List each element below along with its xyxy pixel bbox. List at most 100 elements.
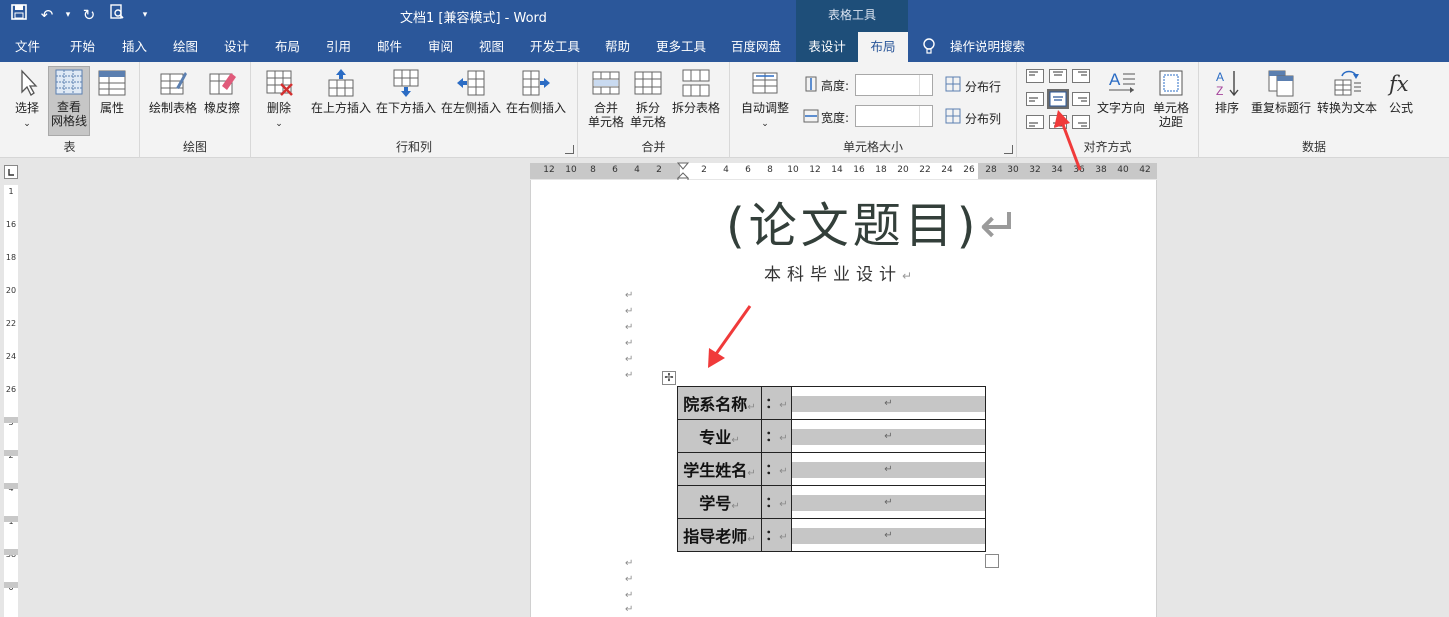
align-top-right-icon[interactable] bbox=[1072, 69, 1090, 83]
table-cell-colon[interactable]: ：↵ bbox=[761, 419, 792, 453]
table-resize-handle[interactable] bbox=[985, 554, 999, 568]
table-cell-label[interactable]: 指导老师↵ bbox=[677, 518, 762, 552]
redo-icon[interactable]: ↻ bbox=[78, 4, 100, 26]
indent-marker-icon[interactable] bbox=[677, 162, 689, 182]
select-button[interactable]: 选择 ⌄ bbox=[8, 68, 46, 131]
align-center-icon[interactable] bbox=[1047, 89, 1069, 109]
tab-references[interactable]: 引用 bbox=[322, 32, 355, 62]
width-input[interactable] bbox=[855, 105, 933, 127]
cell-margins-button[interactable]: 单元格 边距 bbox=[1150, 68, 1192, 129]
vertical-ruler[interactable]: 11618202224263241380 bbox=[4, 185, 18, 617]
cursor-arrow-icon bbox=[21, 69, 38, 96]
tab-baidu-netdisk[interactable]: 百度网盘 bbox=[727, 32, 785, 62]
tab-draw[interactable]: 绘图 bbox=[169, 32, 202, 62]
draw-table-button[interactable]: 绘制表格 bbox=[148, 68, 198, 115]
svg-text:fx: fx bbox=[1387, 72, 1409, 96]
distribute-rows-button[interactable]: 分布行 bbox=[965, 78, 1001, 95]
formula-button[interactable]: fx 公式 bbox=[1381, 68, 1421, 115]
table-move-handle-icon[interactable]: ✢ bbox=[662, 371, 676, 385]
tab-selector[interactable] bbox=[4, 165, 18, 179]
table-cell-colon[interactable]: ：↵ bbox=[761, 518, 792, 552]
table-cell-value[interactable]: ↵ bbox=[791, 518, 986, 552]
table-cell-label[interactable]: 院系名称↵ bbox=[677, 386, 762, 420]
paragraph-mark: ↵ bbox=[625, 558, 634, 569]
table-cell-value[interactable]: ↵ bbox=[791, 386, 986, 420]
table-cell-label[interactable]: 学号↵ bbox=[677, 485, 762, 519]
align-center-right-icon[interactable] bbox=[1072, 92, 1090, 106]
table-cell-colon[interactable]: ：↵ bbox=[761, 485, 792, 519]
group-data: AZ 排序 重复标题行 转换为文本 fx 公式 数据 bbox=[1199, 62, 1429, 158]
convert-to-text-button[interactable]: 转换为文本 bbox=[1315, 68, 1379, 115]
tab-design[interactable]: 设计 bbox=[220, 32, 253, 62]
undo-dropdown-icon[interactable]: ▾ bbox=[64, 4, 72, 26]
insert-below-button[interactable]: 在下方插入 bbox=[374, 68, 438, 115]
table-cell-value[interactable]: ↵ bbox=[791, 485, 986, 519]
ruler-tick-label: 32 bbox=[1029, 165, 1041, 175]
tab-table-design[interactable]: 表设计 bbox=[796, 32, 858, 62]
customize-qat-icon[interactable]: ▾ bbox=[134, 4, 156, 26]
gridlines-icon bbox=[55, 69, 83, 95]
insert-above-button[interactable]: 在上方插入 bbox=[309, 68, 373, 115]
undo-icon[interactable]: ↶ bbox=[36, 4, 58, 26]
repeat-header-rows-button[interactable]: 重复标题行 bbox=[1249, 68, 1313, 115]
tab-mailings[interactable]: 邮件 bbox=[373, 32, 406, 62]
insert-right-button[interactable]: 在右侧插入 bbox=[504, 68, 568, 115]
ruler-tick-label: 12 bbox=[543, 165, 555, 175]
sort-button[interactable]: AZ 排序 bbox=[1207, 68, 1247, 115]
tab-insert[interactable]: 插入 bbox=[118, 32, 151, 62]
tab-developer[interactable]: 开发工具 bbox=[526, 32, 584, 62]
group-label-data: 数据 bbox=[1301, 140, 1326, 154]
delete-button[interactable]: 删除 ⌄ bbox=[261, 68, 297, 131]
ruler-gray-band bbox=[4, 483, 18, 489]
align-bottom-left-icon[interactable] bbox=[1026, 115, 1044, 129]
merge-cells-button[interactable]: 合并 单元格 bbox=[586, 68, 626, 129]
thesis-title: (论文题目)↵ bbox=[726, 186, 1024, 256]
table-row: 学生姓名↵ ：↵ ↵ bbox=[677, 452, 986, 486]
align-top-left-icon[interactable] bbox=[1026, 69, 1044, 83]
table-cell-colon[interactable]: ：↵ bbox=[761, 452, 792, 486]
thesis-subtitle: 本科毕业设计↵ bbox=[764, 260, 912, 285]
table-cell-label[interactable]: 专业↵ bbox=[677, 419, 762, 453]
document-page[interactable]: (论文题目)↵ 本科毕业设计↵ ↵ ↵ ↵ ↵ ↵ ↵ ✢ 院系名称↵ ：↵ ↵… bbox=[530, 180, 1157, 617]
tell-me-search[interactable]: 操作说明搜索 bbox=[946, 32, 1029, 62]
eraser-label: 橡皮擦 bbox=[203, 101, 240, 115]
tab-review[interactable]: 审阅 bbox=[424, 32, 457, 62]
tab-home[interactable]: 开始 bbox=[66, 32, 99, 62]
save-icon[interactable] bbox=[8, 4, 30, 26]
table-cell-label[interactable]: 学生姓名↵ bbox=[677, 452, 762, 486]
eraser-button[interactable]: 橡皮擦 bbox=[202, 68, 242, 115]
distribute-columns-button[interactable]: 分布列 bbox=[965, 110, 1001, 127]
tab-file[interactable]: 文件 bbox=[11, 32, 44, 62]
align-bottom-right-icon[interactable] bbox=[1072, 115, 1090, 129]
tab-table-layout[interactable]: 布局 bbox=[858, 32, 908, 62]
tab-more-tools[interactable]: 更多工具 bbox=[652, 32, 710, 62]
autofit-button[interactable]: 自动调整 ⌄ bbox=[738, 68, 792, 131]
properties-button[interactable]: 属性 bbox=[93, 68, 131, 115]
tab-layout[interactable]: 布局 bbox=[271, 32, 304, 62]
split-cells-button[interactable]: 拆分 单元格 bbox=[628, 68, 668, 129]
tab-help[interactable]: 帮助 bbox=[601, 32, 634, 62]
table-cell-colon[interactable]: ：↵ bbox=[761, 386, 792, 420]
align-center-left-icon[interactable] bbox=[1026, 92, 1044, 106]
view-gridlines-label: 查看 网格线 bbox=[50, 100, 87, 128]
repeat-header-icon bbox=[1268, 70, 1294, 97]
tab-view[interactable]: 视图 bbox=[475, 32, 508, 62]
horizontal-ruler[interactable]: 12 10 8 6 4 2 2 4 6 8 10 12 14 16 18 20 22 24 26 28 30 32 34 36… bbox=[530, 162, 1157, 182]
view-gridlines-button[interactable]: 查看 网格线 bbox=[48, 66, 90, 136]
align-top-center-icon[interactable] bbox=[1049, 69, 1067, 83]
table-cell-value[interactable]: ↵ bbox=[791, 419, 986, 453]
ruler-gray-band bbox=[4, 549, 18, 555]
split-table-button[interactable]: 拆分表格 bbox=[670, 68, 722, 115]
text-direction-button[interactable]: A 文字方向 bbox=[1094, 68, 1148, 115]
table-cell-value[interactable]: ↵ bbox=[791, 452, 986, 486]
height-input[interactable] bbox=[855, 74, 933, 96]
paragraph-mark: ↵ bbox=[625, 322, 634, 333]
align-bottom-center-icon[interactable] bbox=[1049, 115, 1067, 129]
rows-columns-dialog-launcher[interactable] bbox=[565, 145, 574, 154]
insert-left-button[interactable]: 在左侧插入 bbox=[439, 68, 503, 115]
info-table[interactable]: 院系名称↵ ：↵ ↵ 专业↵ ：↵ ↵ 学生姓名↵ ：↵ ↵ 学号↵ ：↵ ↵ … bbox=[677, 386, 986, 552]
insert-above-icon bbox=[328, 69, 354, 97]
print-preview-icon[interactable] bbox=[106, 4, 128, 26]
cell-size-dialog-launcher[interactable] bbox=[1004, 145, 1013, 154]
svg-text:Z: Z bbox=[1216, 84, 1223, 98]
